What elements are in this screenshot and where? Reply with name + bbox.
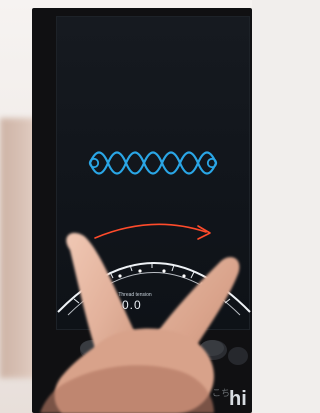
panel-value: 0.0 bbox=[122, 298, 142, 312]
screen-graphics bbox=[40, 151, 251, 413]
corner-caption-latin: hi bbox=[229, 388, 247, 410]
hand bbox=[40, 232, 240, 413]
corner-caption-jp: こち bbox=[212, 388, 231, 398]
swipe-arrow-icon bbox=[94, 223, 211, 240]
scene: Thread tension 0.0 こち hi bbox=[0, 0, 252, 413]
stitch-pattern-icon bbox=[88, 151, 218, 175]
